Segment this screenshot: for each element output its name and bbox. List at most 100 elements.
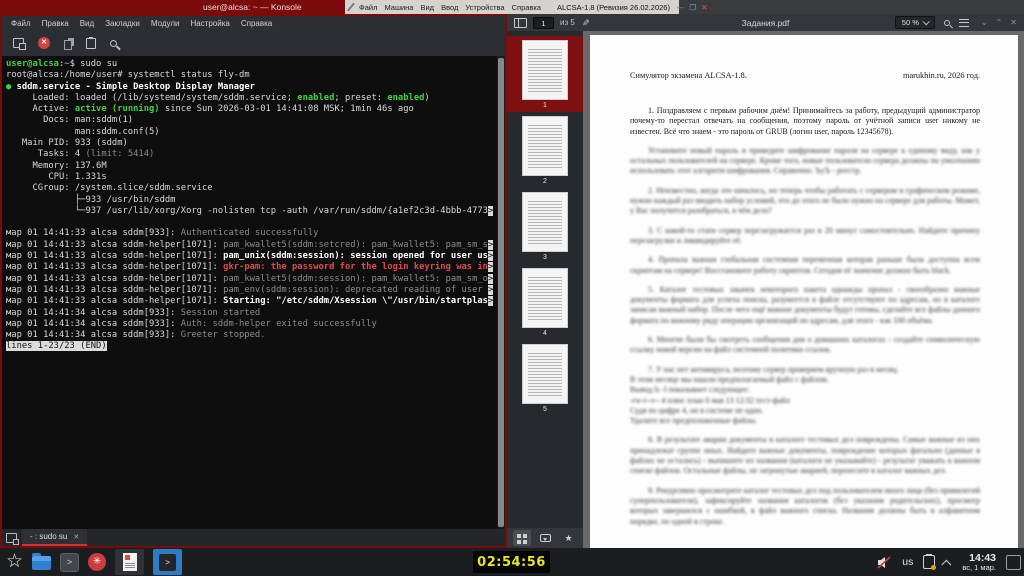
- terminal-line: Active: active (running) since Sun 2026-…: [6, 104, 493, 115]
- vbox-minimize-button[interactable]: —: [677, 3, 685, 12]
- terminal-line: lines 1-23/23 (END): [6, 341, 493, 352]
- keyboard-layout-indicator[interactable]: us: [902, 556, 913, 568]
- vbox-menu-файл[interactable]: Файл: [359, 3, 377, 12]
- terminal-launcher-icon[interactable]: >: [60, 553, 79, 572]
- pdf-search-icon[interactable]: [944, 20, 950, 26]
- virtualbox-menubar: Файл Машина Вид Ввод Устройства Справка ALCSA…: [345, 0, 679, 14]
- thumbnail-page-number: 5: [507, 406, 583, 413]
- terminal-line: мар 01 14:41:33 alcsa sddm-helper[1071]:…: [6, 240, 493, 251]
- search-icon[interactable]: [110, 40, 117, 47]
- terminal-line: Docs: man:sddm(1): [6, 115, 493, 126]
- muted-speaker-icon[interactable]: [877, 556, 892, 569]
- pdf-headerbar: 1 из 5 ✎ Задания.pdf 50 % ⌄ ⌃ ✕: [507, 14, 1024, 31]
- konsole-menu-файл[interactable]: Файл: [11, 19, 31, 28]
- pdf-minimize-button[interactable]: ⌄: [981, 18, 988, 27]
- terminal-output[interactable]: user@alcsa:~$ sudo suroot@alcsa:/home/us…: [2, 56, 505, 529]
- sidebar-toggle-icon[interactable]: [514, 18, 527, 28]
- top-strip: user@alcsa: ~ — Konsole Файл Машина Вид Вво…: [0, 0, 1024, 14]
- konsole-window: Файл Правка Вид Закладки Модули Настройка Спра…: [0, 14, 507, 548]
- app-launcher-star-icon[interactable]: ☆: [6, 552, 23, 572]
- vbox-close-button[interactable]: ✕: [701, 3, 707, 12]
- red-asterisk-icon[interactable]: ✳: [88, 553, 106, 571]
- page-thumbnail-5[interactable]: 5: [507, 340, 583, 416]
- terminal-line: Tasks: 4 (limit: 5414): [6, 149, 493, 160]
- konsole-menu-правка[interactable]: Правка: [42, 19, 69, 28]
- terminal-line: мар 01 14:41:33 alcsa sddm-helper[1071]:…: [6, 251, 493, 262]
- thumbnail-page-number: 1: [507, 102, 583, 109]
- clipboard-tray-icon[interactable]: [923, 555, 935, 569]
- terminal-line: Memory: 137.6M: [6, 161, 493, 172]
- new-tab-icon[interactable]: [13, 38, 24, 48]
- clock[interactable]: 14:43 вс, 1 мар.: [962, 552, 996, 573]
- show-desktop-button[interactable]: [1006, 555, 1021, 570]
- terminal-line: ● sddm.service - Simple Desktop Display …: [6, 82, 493, 93]
- bookmarks-view-button[interactable]: ★: [560, 530, 578, 546]
- terminal-icon: >: [159, 554, 176, 571]
- thumbnail-sidebar: 12345 ★: [507, 31, 583, 548]
- doc-paragraph: 1. Поздравляем с первым рабочим днём! Пр…: [630, 106, 980, 137]
- scrollbar-thumb[interactable]: [498, 58, 504, 527]
- konsole-menu-модули[interactable]: Модули: [151, 19, 180, 28]
- paste-icon[interactable]: [86, 38, 96, 49]
- task-button-konsole-active[interactable]: >: [153, 549, 182, 575]
- terminal-line: CGroup: /system.slice/sddm.service: [6, 183, 493, 194]
- sidebar-tools: ★: [507, 528, 583, 548]
- terminal-tab[interactable]: - : sudo su ✕: [22, 529, 87, 546]
- vbox-menu-справка[interactable]: Справка: [512, 3, 541, 12]
- konsole-toolbar: ✕: [2, 30, 505, 56]
- page-thumbnail-4[interactable]: 4: [507, 264, 583, 340]
- konsole-menu-закладки[interactable]: Закладки: [105, 19, 140, 28]
- tray-expand-caret-icon[interactable]: [942, 559, 952, 569]
- thumbnail-page-number: 4: [507, 330, 583, 337]
- file-manager-folder-icon[interactable]: [32, 556, 51, 570]
- tab-close-icon[interactable]: ✕: [73, 533, 79, 541]
- annotate-pencil-icon[interactable]: ✎: [579, 19, 590, 27]
- konsole-menu-настройка[interactable]: Настройка: [190, 19, 229, 28]
- thumbnail-page-preview: [522, 40, 568, 100]
- document-header-right: marukhin.ru, 2026 год.: [903, 71, 980, 80]
- konsole-title: user@alcsa: ~ — Konsole: [203, 0, 302, 14]
- terminal-line: └─937 /usr/lib/xorg/Xorg -nolisten tcp -…: [6, 206, 493, 217]
- konsole-menu-вид[interactable]: Вид: [80, 19, 94, 28]
- terminal-line: мар 01 14:41:33 alcsa sddm-helper[1071]:…: [6, 274, 493, 285]
- exam-timer: 02:54:56: [473, 551, 550, 573]
- tab-label: - : sudo su: [30, 532, 67, 541]
- thumbnails-view-button[interactable]: [513, 530, 531, 546]
- doc-paragraph: 8. В результате аварии документы в катал…: [630, 435, 980, 476]
- vbox-menu-устройства[interactable]: Устройства: [465, 3, 504, 12]
- doc-paragraph: 3. С какой-то стати сервер перезагружает…: [630, 226, 980, 247]
- page-thumbnail-1[interactable]: 1: [507, 36, 583, 112]
- terminal-line: [6, 217, 493, 228]
- vbox-menu-машина[interactable]: Машина: [384, 3, 413, 12]
- terminal-line: мар 01 14:41:34 alcsa sddm[933]: Auth: s…: [6, 319, 493, 330]
- page-number-input[interactable]: 1: [533, 17, 554, 29]
- doc-paragraph: Установите новый пароль и приведите шифр…: [630, 146, 980, 177]
- vbox-restore-button[interactable]: ❐: [689, 3, 696, 12]
- page-count-label: из 5: [560, 18, 575, 27]
- terminal-scrollbar[interactable]: [497, 56, 505, 529]
- pdf-canvas[interactable]: Симулятор экзамена ALCSA-1.8. marukhin.r…: [583, 31, 1024, 548]
- pdf-close-button[interactable]: ✕: [1010, 18, 1017, 27]
- hamburger-menu-icon[interactable]: [959, 19, 969, 27]
- zoom-dropdown[interactable]: 50 %: [895, 16, 935, 29]
- chevron-down-icon: [923, 18, 930, 25]
- pdf-maximize-button[interactable]: ⌃: [996, 18, 1003, 27]
- konsole-titlebar[interactable]: user@alcsa: ~ — Konsole: [0, 0, 345, 14]
- copy-icon[interactable]: [64, 40, 72, 50]
- konsole-menu-справка[interactable]: Справка: [241, 19, 272, 28]
- document-icon: [123, 553, 137, 571]
- terminal-line: мар 01 14:41:33 alcsa sddm-helper[1071]:…: [6, 285, 493, 296]
- task-button-pdf[interactable]: [115, 549, 144, 575]
- doc-paragraph: 6. Многие были бы смотреть сообщения дня…: [630, 335, 980, 356]
- page-thumbnail-3[interactable]: 3: [507, 188, 583, 264]
- virtualbox-window-title: ALCSA-1.8 (Ревизия 26.02.2026): [557, 3, 670, 12]
- terminal-line: Main PID: 933 (sddm): [6, 138, 493, 149]
- vbox-menu-ввод[interactable]: Ввод: [441, 3, 458, 12]
- vbox-menu-вид[interactable]: Вид: [420, 3, 434, 12]
- tabbar-new-tab-icon[interactable]: [6, 533, 17, 543]
- chat-bubble-icon: [540, 534, 551, 542]
- page-thumbnail-2[interactable]: 2: [507, 112, 583, 188]
- close-session-icon[interactable]: ✕: [38, 37, 50, 49]
- annotations-view-button[interactable]: [536, 530, 554, 546]
- doc-paragraph: 9. Рекурсивно просмотрите каталог тестов…: [630, 486, 980, 527]
